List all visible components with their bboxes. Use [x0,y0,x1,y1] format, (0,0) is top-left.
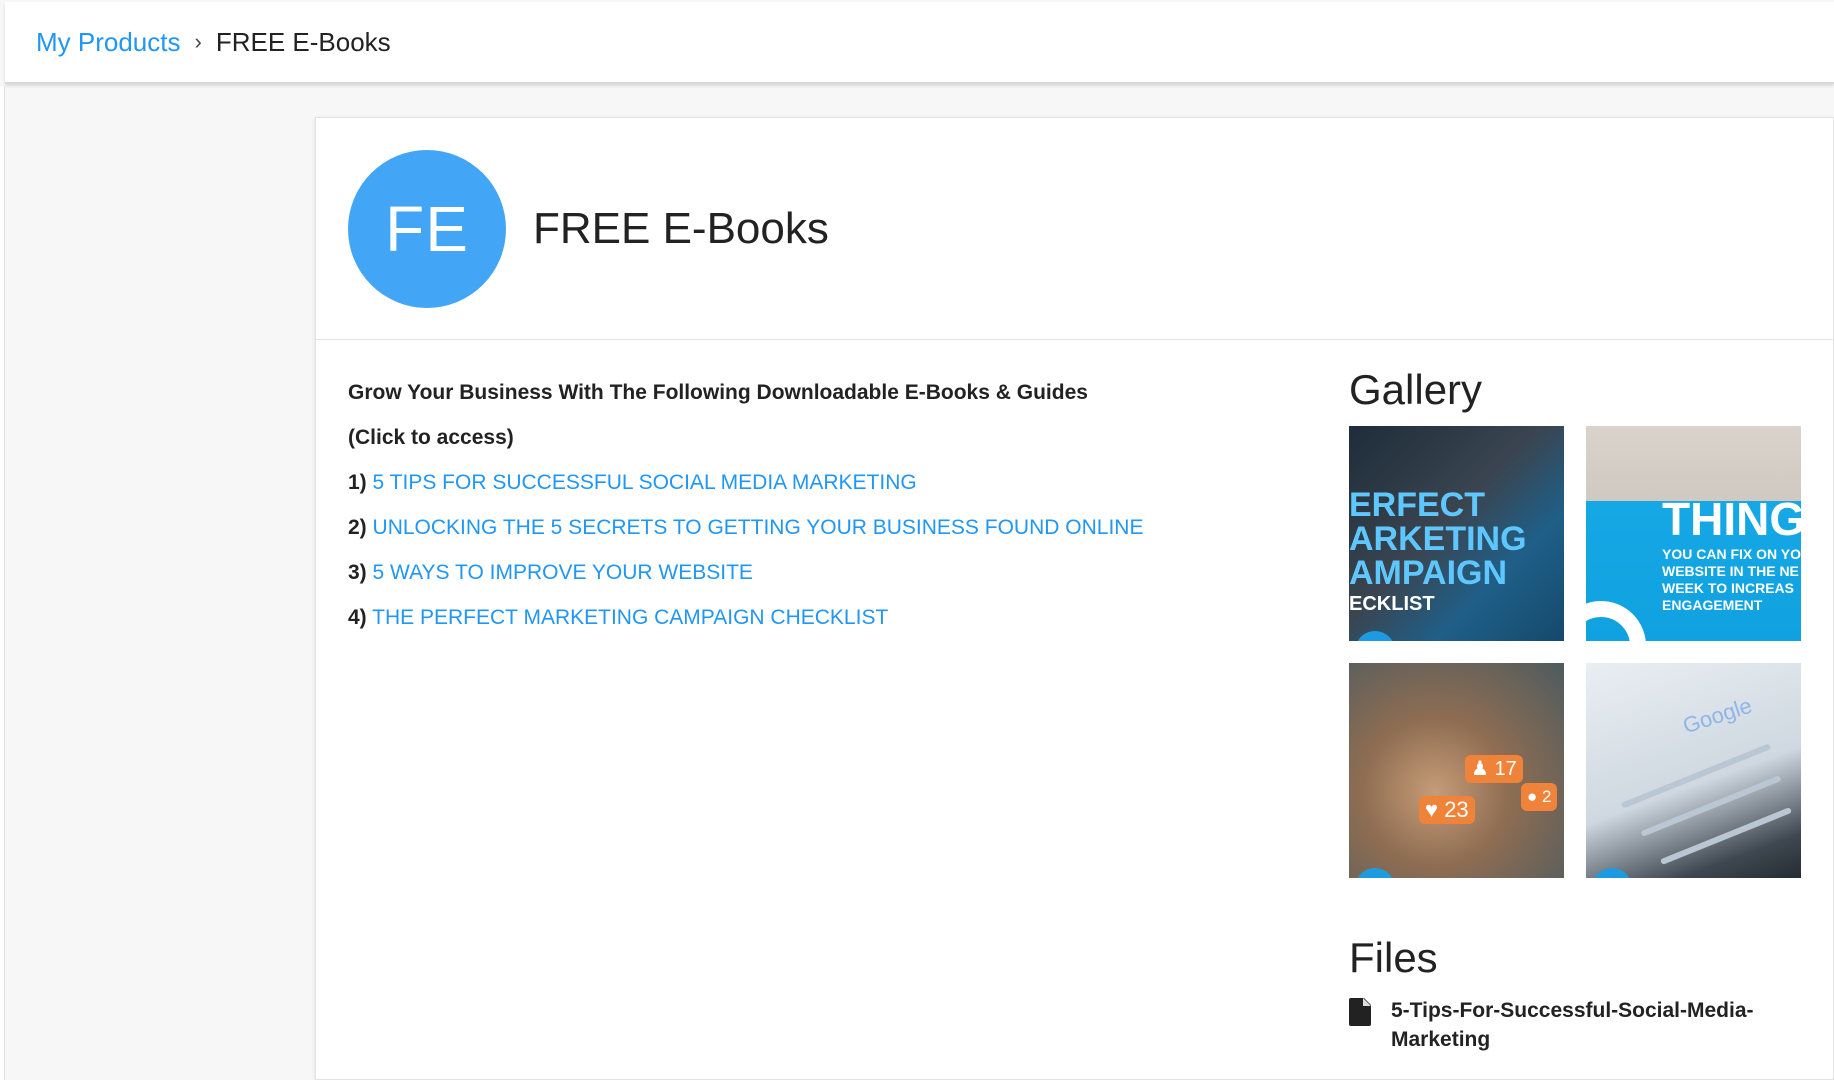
list-item-number: 4) [348,606,367,629]
description-heading: Grow Your Business With The Following Do… [348,381,1088,404]
ebook-link-4[interactable]: THE PERFECT MARKETING CAMPAIGN CHECKLIST [372,606,888,629]
likes-badge: ♥ 23 [1419,796,1475,824]
gallery-grid: ERFECT ARKETING AMPAIGN ECKLIST THING YO… [1349,426,1819,878]
gallery-image-google-search[interactable]: Google [1586,663,1801,878]
followers-badge: ♟ 17 [1465,755,1523,783]
file-name: 5-Tips-For-Successful-Social-Media-Marke… [1391,999,1754,1051]
ebook-link-2[interactable]: UNLOCKING THE 5 SECRETS TO GETTING YOUR … [373,516,1144,539]
breadcrumb-link-my-products[interactable]: My Products [36,27,181,58]
gallery-image-social-media[interactable]: ♟ 17 ♥ 23 ● 2 [1349,663,1564,878]
ebook-link-1[interactable]: 5 TIPS FOR SUCCESSFUL SOCIAL MEDIA MARKE… [373,471,917,494]
breadcrumb-separator: › [194,29,202,54]
list-item: 1) 5 TIPS FOR SUCCESSFUL SOCIAL MEDIA MA… [348,460,1348,505]
product-description: Grow Your Business With The Following Do… [348,370,1348,640]
comments-badge: ● 2 [1521,783,1558,811]
list-item-number: 3) [348,561,367,584]
image-text: YOU CAN FIX ON YO WEBSITE IN THE NE WEEK… [1662,546,1801,613]
breadcrumb-bar: My Products › FREE E-Books [5,2,1834,84]
file-icon [1349,998,1371,1026]
gallery-title: Gallery [1349,366,1483,413]
image-decoration [1620,743,1772,809]
product-header: FE FREE E-Books [316,118,1833,340]
image-decoration [1592,868,1632,878]
files-title: Files [1349,934,1438,981]
image-text: THING [1662,493,1801,545]
breadcrumb-current: FREE E-Books [215,26,391,57]
list-item-number: 1) [348,471,367,494]
image-decoration [1355,868,1395,878]
sidebar: Gallery ERFECT ARKETING AMPAIGN ECKLIST … [1349,366,1819,1054]
image-decoration [1640,775,1782,837]
image-text: AMPAIGN [1349,554,1508,592]
ebook-link-3[interactable]: 5 WAYS TO IMPROVE YOUR WEBSITE [373,561,753,584]
image-decoration [1586,601,1646,641]
image-text: Google [1679,692,1755,739]
image-decoration [1355,631,1395,641]
followers-count: 17 [1494,758,1517,780]
list-item-number: 2) [348,516,367,539]
product-card: FE FREE E-Books Grow Your Business With … [315,117,1834,1080]
image-text: ARKETING [1349,520,1527,558]
gallery-image-website-things[interactable]: THING YOU CAN FIX ON YO WEBSITE IN THE N… [1586,426,1801,641]
left-edge [0,86,5,1080]
product-title: FREE E-Books [533,203,829,253]
file-item[interactable]: 5-Tips-For-Successful-Social-Media-Marke… [1349,996,1819,1054]
image-text: ECKLIST [1349,593,1435,615]
description-instruction: (Click to access) [348,426,514,449]
list-item: 4) THE PERFECT MARKETING CAMPAIGN CHECKL… [348,595,1348,640]
comments-count: 2 [1542,787,1552,806]
gallery-image-marketing-checklist[interactable]: ERFECT ARKETING AMPAIGN ECKLIST [1349,426,1564,641]
product-avatar: FE [348,149,506,308]
image-text: ERFECT [1349,486,1485,524]
list-item: 3) 5 WAYS TO IMPROVE YOUR WEBSITE [348,550,1348,595]
likes-count: 23 [1444,797,1469,822]
list-item: 2) UNLOCKING THE 5 SECRETS TO GETTING YO… [348,505,1348,550]
